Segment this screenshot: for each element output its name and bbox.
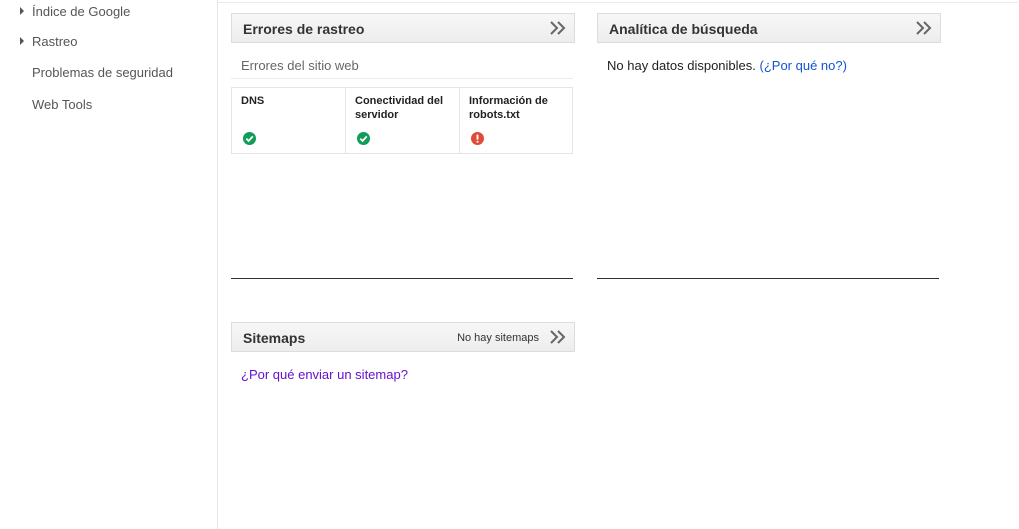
search-analytics-title: Analítica de búsqueda xyxy=(609,21,758,37)
sidebar-item-security-issues[interactable]: Problemas de seguridad xyxy=(32,65,173,80)
crawl-errors-bottom-rule xyxy=(231,278,573,279)
crawl-errors-title: Errores de rastreo xyxy=(243,21,365,37)
sidebar-item-crawl[interactable]: Rastreo xyxy=(20,34,78,49)
double-chevron-right-icon[interactable] xyxy=(915,21,933,35)
status-cell-server-connectivity[interactable]: Conectividad del servidor xyxy=(345,88,459,153)
site-errors-label: Errores del sitio web xyxy=(241,58,359,73)
status-cell-dns[interactable]: DNS xyxy=(232,88,345,153)
error-circle-icon xyxy=(471,132,484,145)
sidebar-item-google-index[interactable]: Índice de Google xyxy=(20,4,131,19)
sidebar-item-label: Web Tools xyxy=(32,97,93,112)
crawl-errors-header[interactable]: Errores de rastreo xyxy=(231,13,575,43)
search-analytics-header[interactable]: Analítica de búsqueda xyxy=(597,13,941,43)
expand-arrow-icon xyxy=(20,37,24,45)
sidebar-item-label: Índice de Google xyxy=(32,4,131,19)
sidebar-divider xyxy=(217,0,218,529)
sidebar-item-label: Rastreo xyxy=(32,34,78,49)
sitemaps-title: Sitemaps xyxy=(243,330,306,346)
status-cell-robots-txt[interactable]: Información de robots.txt xyxy=(459,88,572,153)
no-data-message: No hay datos disponibles. (¿Por qué no?) xyxy=(607,58,847,73)
sitemaps-status: No hay sitemaps xyxy=(457,332,539,344)
why-not-link[interactable]: (¿Por qué no?) xyxy=(760,58,847,73)
search-analytics-bottom-rule xyxy=(597,278,939,279)
status-label: Conectividad del servidor xyxy=(355,95,444,121)
why-submit-sitemap-link[interactable]: ¿Por qué enviar un sitemap? xyxy=(241,367,408,382)
sidebar-item-label: Problemas de seguridad xyxy=(32,65,173,80)
search-console-dashboard: Índice de Google Rastreo Problemas de se… xyxy=(0,0,1019,529)
section-divider xyxy=(231,78,573,79)
status-label: DNS xyxy=(241,95,265,107)
sidebar-item-web-tools[interactable]: Web Tools xyxy=(32,97,92,112)
double-chevron-right-icon[interactable] xyxy=(549,330,567,344)
sidebar: Índice de Google Rastreo Problemas de se… xyxy=(0,0,217,529)
top-divider xyxy=(218,2,1018,3)
check-circle-icon xyxy=(357,132,370,145)
sitemaps-header[interactable]: Sitemaps No hay sitemaps xyxy=(231,322,575,352)
check-circle-icon xyxy=(243,132,256,145)
no-data-text: No hay datos disponibles. xyxy=(607,58,756,73)
status-label: Información de robots.txt xyxy=(469,95,548,121)
site-errors-status-grid: DNS Conectividad del servidor Informació… xyxy=(231,87,573,154)
double-chevron-right-icon[interactable] xyxy=(549,21,567,35)
expand-arrow-icon xyxy=(20,7,24,15)
